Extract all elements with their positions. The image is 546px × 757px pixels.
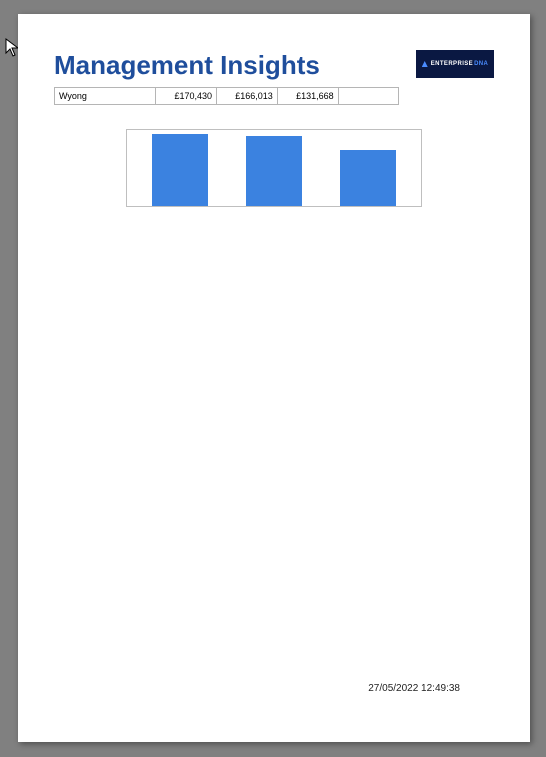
row-label: Wyong [55, 88, 156, 105]
chart-plot-area [126, 129, 422, 207]
page-title: Management Insights [54, 50, 320, 81]
report-page: Management Insights ENTERPRISEDNA Wyong … [18, 14, 530, 742]
table-cell-empty [338, 88, 398, 105]
page-header: Management Insights ENTERPRISEDNA [54, 50, 494, 81]
table-cell: £166,013 [217, 88, 278, 105]
summary-table: Wyong £170,430 £166,013 £131,668 [54, 87, 399, 105]
table-row: Wyong £170,430 £166,013 £131,668 [55, 88, 399, 105]
bar-chart [126, 129, 422, 207]
table-cell: £131,668 [277, 88, 338, 105]
logo-text: ENTERPRISEDNA [431, 61, 489, 67]
table-cell: £170,430 [156, 88, 217, 105]
chart-bar [340, 150, 396, 206]
arrow-icon [422, 61, 428, 67]
chart-bar [246, 136, 302, 206]
company-logo: ENTERPRISEDNA [416, 50, 494, 78]
chart-bar [152, 134, 208, 206]
footer-timestamp: 27/05/2022 12:49:38 [368, 683, 460, 694]
